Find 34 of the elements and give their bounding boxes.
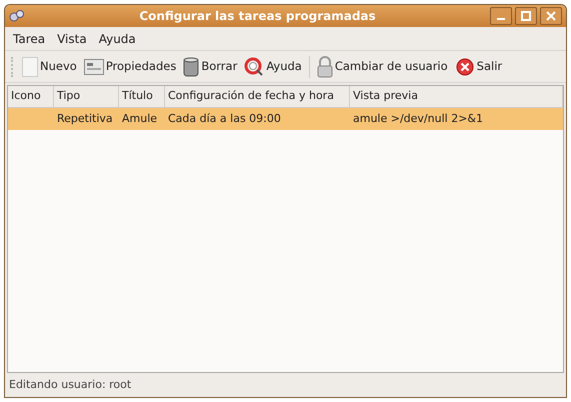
toolbar-button[interactable]: Salir bbox=[454, 56, 502, 76]
column-header[interactable]: Configuración de fecha y hora bbox=[165, 86, 350, 107]
window-title: Configurar las tareas programadas bbox=[138, 8, 377, 25]
column-header[interactable]: Título bbox=[119, 86, 165, 107]
trash-can-icon bbox=[183, 56, 200, 76]
document-properties-icon bbox=[84, 58, 104, 74]
toolbar-button[interactable]: Cambiar de usuario bbox=[316, 56, 448, 78]
lifebuoy-icon bbox=[244, 56, 264, 76]
toolbar-button[interactable]: Propiedades bbox=[84, 58, 176, 76]
minimize-button[interactable] bbox=[490, 7, 512, 25]
status-bar-text: Editando usuario: root bbox=[9, 376, 132, 393]
close-button[interactable] bbox=[540, 7, 562, 25]
maximize-button[interactable] bbox=[515, 7, 537, 25]
close-icon bbox=[546, 11, 556, 21]
menu-item[interactable]: Tarea bbox=[13, 30, 46, 48]
toolbar-button[interactable]: Borrar bbox=[183, 56, 238, 76]
column-header[interactable]: Tipo bbox=[54, 86, 119, 107]
column-header[interactable]: Vista previa bbox=[350, 86, 563, 107]
table-cell-text: Repetitiva bbox=[56, 110, 114, 127]
menu-item[interactable]: Vista bbox=[57, 30, 87, 48]
blank-page-icon bbox=[22, 56, 38, 76]
table-cell-text: amule >/dev/null 2>&1 bbox=[352, 110, 484, 127]
table-row[interactable]: Repetitiva Amule Cada día a las 09:00 amule >/dev/null 2>&1 bbox=[8, 108, 563, 130]
toolbar-button[interactable]: Ayuda bbox=[244, 56, 302, 76]
maximize-icon bbox=[521, 11, 531, 21]
table-cell-text: Cada día a las 09:00 bbox=[167, 110, 282, 127]
close-icon bbox=[454, 56, 475, 76]
toolbar-button[interactable]: Nuevo bbox=[22, 56, 77, 76]
table-cell-text: Amule bbox=[121, 110, 158, 127]
column-header[interactable]: Icono bbox=[8, 86, 54, 107]
menu-item[interactable]: Ayuda bbox=[98, 30, 136, 48]
padlock-icon bbox=[316, 56, 333, 78]
app-icon bbox=[9, 9, 25, 23]
minimize-icon bbox=[497, 18, 505, 20]
